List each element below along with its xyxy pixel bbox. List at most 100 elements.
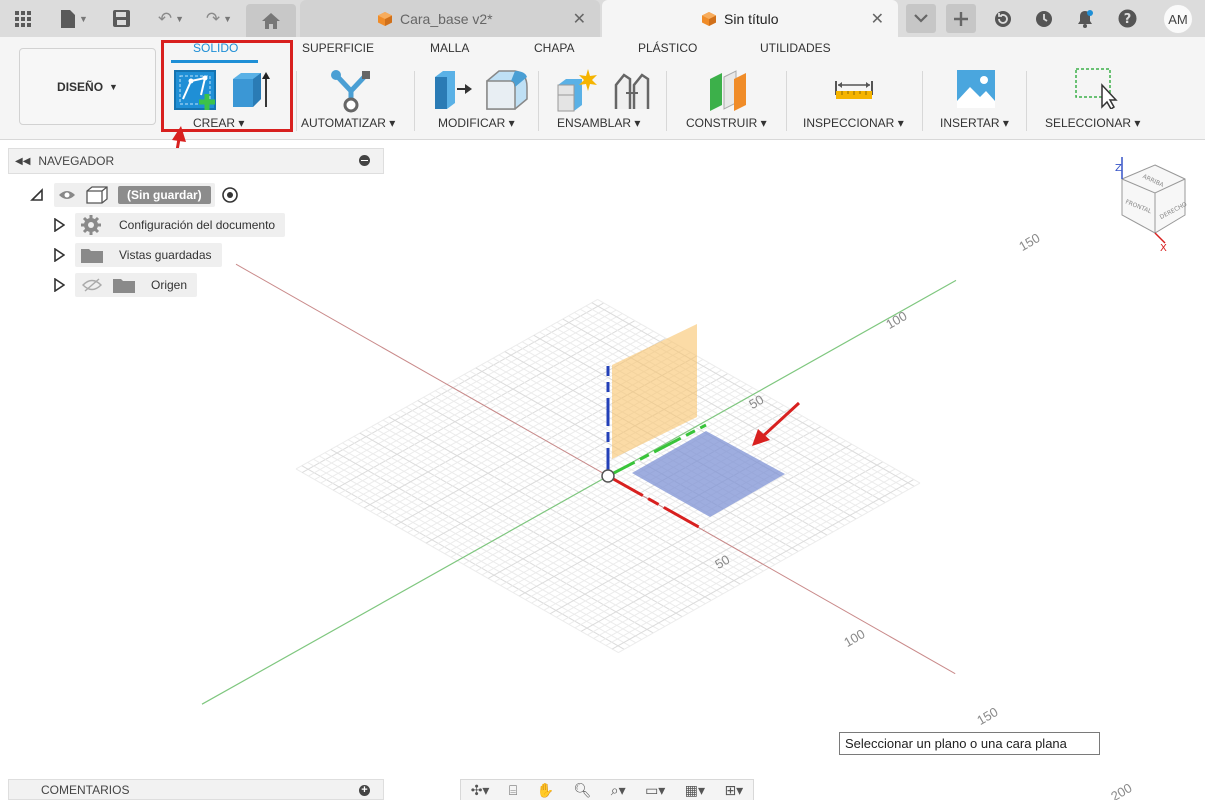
orbit-icon[interactable]: ✣▾ xyxy=(471,782,490,799)
divider xyxy=(1026,71,1027,131)
expand-triangle-icon[interactable] xyxy=(53,248,65,262)
group-inspeccionar-label: INSPECCIONAR xyxy=(803,116,895,130)
viewports-icon[interactable]: ⊞▾ xyxy=(724,782,743,799)
component-box-icon xyxy=(86,186,108,204)
fillet-icon[interactable] xyxy=(485,67,529,113)
insert-image-icon[interactable] xyxy=(956,69,996,109)
pan-icon[interactable]: ✋ xyxy=(537,782,554,799)
caret-down-icon: ▼ xyxy=(109,81,118,92)
browser-root[interactable]: (Sin guardar) xyxy=(30,183,239,207)
gear-icon xyxy=(81,215,101,235)
collapse-icon[interactable]: ◀◀ xyxy=(15,156,30,167)
refresh-icon[interactable] xyxy=(988,4,1018,33)
group-ensamblar[interactable]: ENSAMBLAR ▾ xyxy=(557,116,640,130)
help-icon[interactable]: ? xyxy=(1112,4,1142,33)
group-ensamblar-label: ENSAMBLAR xyxy=(557,116,632,130)
browser-item-config[interactable]: Configuración del documento xyxy=(53,213,286,237)
joint-icon[interactable] xyxy=(612,69,652,113)
browser-item-views[interactable]: Vistas guardadas xyxy=(53,243,222,267)
group-seleccionar-label: SELECCIONAR xyxy=(1045,116,1132,130)
group-automatizar-label: AUTOMATIZAR xyxy=(301,116,386,130)
comments-panel[interactable]: COMENTARIOS + xyxy=(8,779,384,800)
view-cube[interactable]: Z X ARRIBA FRONTAL DERECHO xyxy=(1110,153,1200,253)
workspace-switcher[interactable]: DISEÑO ▼ xyxy=(19,48,156,125)
group-construir-label: CONSTRUIR xyxy=(686,116,758,130)
divider xyxy=(922,71,923,131)
expand-triangle-icon[interactable] xyxy=(53,278,65,292)
group-construir[interactable]: CONSTRUIR ▾ xyxy=(686,116,767,130)
eye-icon[interactable] xyxy=(58,189,76,201)
title-bar: ▼ ↶▼ ↷▼ Cara_base v2* ✕ Sin título ✕ ? xyxy=(0,0,1205,37)
clock-icon[interactable] xyxy=(1029,4,1059,33)
automate-icon[interactable] xyxy=(328,67,374,113)
grid-settings-icon[interactable]: ▦▾ xyxy=(685,782,705,799)
select-window-icon[interactable] xyxy=(1074,67,1120,109)
crear-highlight xyxy=(161,40,293,132)
avatar[interactable]: AM xyxy=(1163,4,1193,34)
tab-malla[interactable]: MALLA xyxy=(430,41,469,55)
activate-radio-icon[interactable] xyxy=(221,186,239,204)
tab-cara-base[interactable]: Cara_base v2* ✕ xyxy=(300,0,600,37)
look-at-icon[interactable]: ⌸ xyxy=(509,782,517,799)
group-inspeccionar[interactable]: INSPECCIONAR ▾ xyxy=(803,116,904,130)
save-icon[interactable] xyxy=(108,0,134,37)
tab-label: Cara_base v2* xyxy=(400,10,493,27)
browser-item-label: Origen xyxy=(151,278,188,292)
divider xyxy=(296,71,297,131)
close-icon[interactable]: ✕ xyxy=(871,9,884,29)
divider xyxy=(414,71,415,131)
plus-icon[interactable] xyxy=(946,4,976,33)
tab-label: Sin título xyxy=(724,10,779,27)
tab-sin-titulo[interactable]: Sin título ✕ xyxy=(602,0,898,37)
home-icon xyxy=(262,12,280,29)
group-automatizar[interactable]: AUTOMATIZAR ▾ xyxy=(301,116,395,130)
measure-icon[interactable] xyxy=(834,77,874,103)
axis-x-label: X xyxy=(1160,243,1167,253)
expand-triangle-icon[interactable] xyxy=(30,188,44,202)
navigator-title: NAVEGADOR xyxy=(38,154,115,168)
divider xyxy=(786,71,787,131)
group-seleccionar[interactable]: SELECCIONAR ▾ xyxy=(1045,116,1140,130)
add-comment-icon[interactable]: + xyxy=(359,785,370,796)
tab-utilidades[interactable]: UTILIDADES xyxy=(760,41,831,55)
navigator-header: ◀◀ NAVEGADOR xyxy=(8,148,384,174)
eye-hidden-icon[interactable] xyxy=(81,278,103,292)
workspace-label: DISEÑO xyxy=(57,79,104,94)
grid-icon[interactable] xyxy=(10,0,36,37)
folder-icon xyxy=(113,279,135,293)
redo-icon[interactable]: ↷ ▼ xyxy=(198,0,240,37)
origin-point[interactable] xyxy=(601,469,615,483)
browser-item-label: Vistas guardadas xyxy=(119,248,212,262)
axis-z-label: Z xyxy=(1115,163,1122,174)
browser-item-label: Configuración del documento xyxy=(119,218,276,232)
tab-plastico[interactable]: PLÁSTICO xyxy=(638,41,697,55)
minimize-icon[interactable] xyxy=(359,155,370,166)
divider xyxy=(666,71,667,131)
zoom-icon[interactable]: 🔍︎ xyxy=(574,782,592,799)
group-modificar-label: MODIFICAR xyxy=(438,116,506,130)
expand-triangle-icon[interactable] xyxy=(53,218,65,232)
undo-icon[interactable]: ↶ ▼ xyxy=(150,0,192,37)
browser-item-origin[interactable]: Origen xyxy=(53,273,198,297)
display-settings-icon[interactable]: ▭▾ xyxy=(645,782,665,799)
offset-plane-icon[interactable] xyxy=(706,69,750,113)
close-icon[interactable]: ✕ xyxy=(573,9,586,29)
comments-title: COMENTARIOS xyxy=(41,782,130,797)
group-insertar[interactable]: INSERTAR ▾ xyxy=(940,116,1009,130)
tab-superficie[interactable]: SUPERFICIE xyxy=(302,41,374,55)
fit-icon[interactable]: ⌕▾ xyxy=(611,782,626,799)
new-component-icon[interactable] xyxy=(556,67,600,113)
home-button[interactable] xyxy=(246,4,296,37)
group-modificar[interactable]: MODIFICAR ▾ xyxy=(438,116,515,130)
selection-tooltip: Seleccionar un plano o una cara plana xyxy=(839,732,1100,755)
bell-icon[interactable] xyxy=(1070,4,1100,33)
ribbon-toolbar: DISEÑO ▼ SÓLIDO SUPERFICIE MALLA CHAPA P… xyxy=(0,37,1205,140)
navigation-bar: ✣▾ ⌸ ✋ 🔍︎ ⌕▾ ▭▾ ▦▾ ⊞▾ xyxy=(460,779,754,800)
press-pull-icon[interactable] xyxy=(433,69,473,113)
file-icon[interactable]: ▼ xyxy=(54,0,94,37)
tab-chapa[interactable]: CHAPA xyxy=(534,41,574,55)
chevron-down-icon[interactable] xyxy=(906,4,936,33)
cube-icon xyxy=(378,11,392,26)
group-insertar-label: INSERTAR xyxy=(940,116,1000,130)
cube-icon xyxy=(702,11,716,26)
